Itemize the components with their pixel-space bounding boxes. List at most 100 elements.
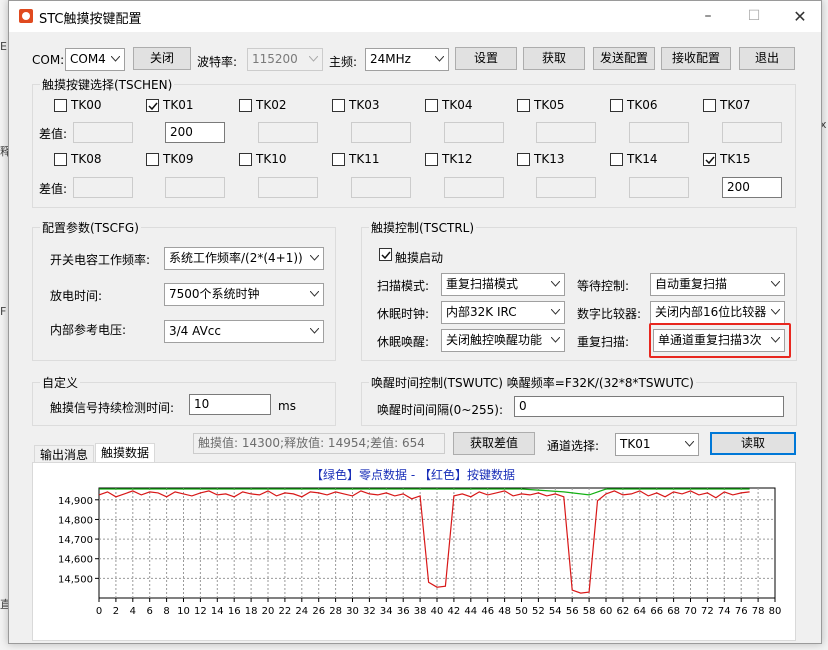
- label-tk12: TK12: [442, 152, 473, 166]
- label-tk06: TK06: [627, 98, 658, 112]
- chevron-down-icon: [431, 49, 448, 70]
- main-freq-value: 24MHz: [370, 52, 411, 66]
- scan-mode-value: 重复扫描模式: [446, 277, 519, 291]
- x-tick-label: 76: [735, 606, 748, 617]
- x-tick-label: 68: [667, 606, 680, 617]
- label-tk05: TK05: [534, 98, 565, 112]
- checkbox-tk08[interactable]: [54, 153, 67, 166]
- baud-label: 波特率:: [197, 55, 238, 69]
- comparator-label: 数字比较器:: [577, 307, 642, 321]
- label-tk13: TK13: [534, 152, 565, 166]
- scan-mode-label: 扫描模式:: [377, 279, 430, 293]
- window-title: STC触摸按键配置: [39, 12, 142, 27]
- checkbox-tk04[interactable]: [425, 99, 438, 112]
- com-port-select[interactable]: COM4: [65, 48, 125, 71]
- chevron-down-icon: [305, 49, 322, 70]
- x-tick-label: 58: [583, 606, 596, 617]
- x-tick-label: 62: [617, 606, 630, 617]
- discharge-select[interactable]: 7500个系统时钟: [164, 283, 324, 306]
- x-tick-label: 64: [633, 606, 646, 617]
- x-tick-label: 2: [113, 606, 119, 617]
- minimize-button[interactable]: –: [685, 1, 731, 32]
- read-button[interactable]: 读取: [710, 432, 796, 455]
- diff-input-tk02: [258, 122, 318, 143]
- chart-panel: 【绿色】零点数据 - 【红色】按键数据 0 2 4 6 8 10 12 14 16 18 20 22 2…: [32, 462, 796, 641]
- y-tick-label: 14,600: [58, 555, 93, 566]
- x-tick-label: 74: [718, 606, 731, 617]
- tscfg-title: 配置参数(TSCFG): [40, 219, 141, 236]
- x-tick-label: 30: [346, 606, 359, 617]
- exit-button[interactable]: 退出: [739, 47, 795, 70]
- set-button[interactable]: 设置: [455, 47, 517, 70]
- vref-select[interactable]: 3/4 AVcc: [164, 320, 324, 343]
- checkbox-tk12[interactable]: [425, 153, 438, 166]
- label-tk15: TK15: [720, 152, 751, 166]
- maximize-button[interactable]: ☐: [731, 1, 777, 32]
- checkbox-tk14[interactable]: [610, 153, 623, 166]
- close-port-button[interactable]: 关闭: [133, 47, 191, 70]
- x-tick-label: 6: [147, 606, 153, 617]
- x-tick-label: 52: [532, 606, 545, 617]
- diff-input-tk01[interactable]: 200: [165, 122, 225, 143]
- diff-input-tk15[interactable]: 200: [722, 177, 782, 198]
- wait-ctrl-select[interactable]: 自动重复扫描: [650, 273, 785, 296]
- checkbox-tk10[interactable]: [239, 153, 252, 166]
- x-tick-label: 72: [701, 606, 714, 617]
- x-tick-label: 48: [498, 606, 511, 617]
- touch-enable-checkbox[interactable]: [379, 248, 392, 261]
- label-tk08: TK08: [71, 152, 102, 166]
- interval-input[interactable]: 0: [514, 396, 784, 417]
- tab-output[interactable]: 输出消息: [34, 445, 95, 463]
- x-tick-label: 22: [279, 606, 292, 617]
- chevron-down-icon: [547, 274, 564, 295]
- main-freq-select[interactable]: 24MHz: [365, 48, 449, 71]
- x-tick-label: 34: [380, 606, 393, 617]
- diff-input-tk08: [73, 177, 133, 198]
- get-diff-button[interactable]: 获取差值: [453, 432, 535, 455]
- receive-config-button[interactable]: 接收配置: [661, 47, 731, 70]
- y-tick-label: 14,800: [58, 515, 93, 526]
- x-tick-label: 0: [96, 606, 102, 617]
- checkbox-tk03[interactable]: [332, 99, 345, 112]
- switch-cap-select[interactable]: 系统工作频率/(2*(4+1)): [164, 247, 324, 270]
- checkbox-tk01[interactable]: [146, 99, 159, 112]
- diff-input-tk11: [351, 177, 411, 198]
- sleep-clock-select[interactable]: 内部32K IRC: [441, 301, 565, 324]
- checkbox-tk11[interactable]: [332, 153, 345, 166]
- checkbox-tk13[interactable]: [517, 153, 530, 166]
- x-tick-label: 54: [549, 606, 562, 617]
- send-config-button[interactable]: 发送配置: [593, 47, 655, 70]
- x-tick-label: 4: [130, 606, 136, 617]
- checkbox-tk15[interactable]: [703, 153, 716, 166]
- checkbox-tk02[interactable]: [239, 99, 252, 112]
- baud-rate-select[interactable]: 115200: [247, 48, 323, 71]
- comparator-select[interactable]: 关闭内部16位比较器: [650, 301, 785, 324]
- x-tick-label: 14: [211, 606, 224, 617]
- checkbox-tk06[interactable]: [610, 99, 623, 112]
- title-bar: STC触摸按键配置 – ☐ ✕: [9, 1, 821, 32]
- diff-input-tk10: [258, 177, 318, 198]
- x-tick-label: 16: [228, 606, 241, 617]
- x-tick-label: 46: [481, 606, 494, 617]
- checkbox-tk09[interactable]: [146, 153, 159, 166]
- checkbox-tk07[interactable]: [703, 99, 716, 112]
- x-tick-label: 50: [515, 606, 528, 617]
- tab-touch-data[interactable]: 触摸数据: [95, 443, 156, 463]
- label-tk01: TK01: [163, 98, 194, 112]
- checkbox-tk05[interactable]: [517, 99, 530, 112]
- x-tick-label: 60: [600, 606, 613, 617]
- check-icon: [705, 156, 715, 165]
- switch-cap-value: 系统工作频率/(2*(4+1)): [169, 251, 303, 265]
- scan-mode-select[interactable]: 重复扫描模式: [441, 273, 565, 296]
- line-chart: 【绿色】零点数据 - 【红色】按键数据 0 2 4 6 8 10 12 14 16 18 20 22 2…: [58, 467, 781, 617]
- sleep-wake-select[interactable]: 关闭触控唤醒功能: [441, 329, 565, 352]
- com-label: COM:: [32, 53, 65, 67]
- duration-input[interactable]: 10: [189, 394, 271, 415]
- get-button[interactable]: 获取: [523, 47, 585, 70]
- x-tick-label: 56: [566, 606, 579, 617]
- checkbox-tk00[interactable]: [54, 99, 67, 112]
- channel-select[interactable]: TK01: [615, 433, 699, 456]
- close-window-button[interactable]: ✕: [777, 1, 823, 32]
- channel-value: TK01: [620, 437, 651, 451]
- y-tick-label: 14,500: [58, 574, 93, 585]
